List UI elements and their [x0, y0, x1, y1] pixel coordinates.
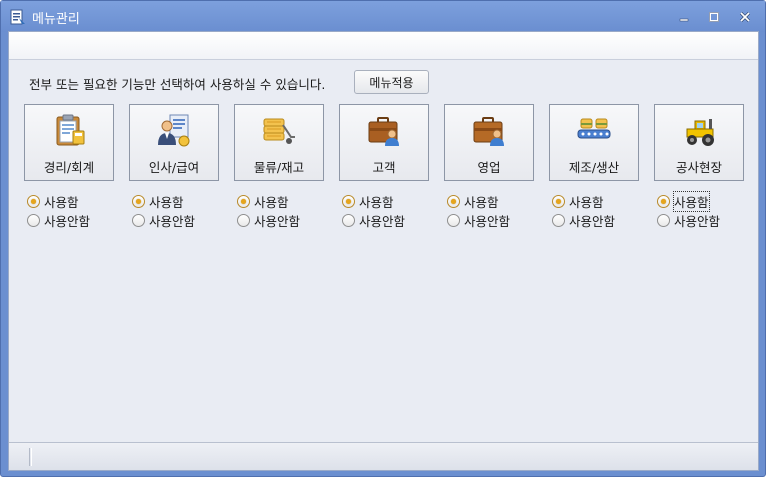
- app-icon: [10, 9, 25, 25]
- module-label: 제조/생산: [568, 160, 620, 175]
- radio-use-accounting[interactable]: 사용함: [27, 192, 79, 210]
- construction-tractor-icon: [686, 119, 714, 146]
- radio-checked-icon: [447, 194, 460, 208]
- radio-use-construction[interactable]: 사용함: [657, 190, 710, 212]
- window-title: 메뉴관리: [32, 12, 80, 27]
- radio-label: 사용안함: [674, 213, 721, 229]
- sales-briefcase-icon: [473, 117, 504, 146]
- module-label: 물류/재고: [253, 160, 305, 175]
- module-label: 경리/회계: [43, 160, 95, 175]
- radio-use-customer[interactable]: 사용함: [342, 192, 394, 210]
- status-grip: [29, 448, 32, 466]
- radio-label: 사용안함: [149, 213, 196, 229]
- module-label: 공사현장: [675, 160, 722, 175]
- radio-label: 사용함: [149, 194, 184, 210]
- radio-label: 사용함: [359, 194, 394, 210]
- module-button-logistics[interactable]: 물류/재고: [234, 104, 324, 181]
- module-button-accounting[interactable]: 경리/회계: [24, 104, 114, 181]
- radio-checked-icon: [132, 194, 145, 208]
- radio-label: 사용안함: [254, 213, 301, 229]
- radio-use-sales[interactable]: 사용함: [447, 192, 499, 210]
- radio-not-use-customer[interactable]: 사용안함: [342, 211, 405, 229]
- radio-use-logistics[interactable]: 사용함: [237, 192, 289, 210]
- radio-not-use-logistics[interactable]: 사용안함: [237, 211, 300, 229]
- radio-unchecked-icon: [447, 213, 460, 227]
- radio-not-use-sales[interactable]: 사용안함: [447, 211, 510, 229]
- instruction-text: 전부 또는 필요한 기능만 선택하여 사용하실 수 있습니다.: [29, 77, 326, 92]
- radio-checked-icon: [27, 194, 40, 208]
- minimize-button[interactable]: [673, 7, 695, 27]
- manufacturing-conveyor-icon: [577, 118, 611, 139]
- radio-checked-icon: [342, 194, 355, 208]
- radio-label: 사용안함: [359, 213, 406, 229]
- radio-unchecked-icon: [132, 213, 145, 227]
- radio-not-use-construction[interactable]: 사용안함: [657, 211, 720, 229]
- radio-not-use-manufacturing[interactable]: 사용안함: [552, 211, 615, 229]
- module-label: 인사/급여: [148, 160, 200, 175]
- menu-management-window: 메뉴관리 전부 또는 필요한 기능만 선택하여 사용하실 수 있습니다. 메뉴적…: [0, 0, 766, 477]
- accounting-clipboard-icon: [56, 114, 85, 146]
- radio-label: 사용함: [254, 194, 289, 210]
- radio-unchecked-icon: [27, 213, 40, 227]
- radio-label: 사용안함: [464, 213, 511, 229]
- close-button[interactable]: [734, 7, 756, 27]
- module-button-construction[interactable]: 공사현장: [654, 104, 744, 181]
- customer-briefcase-icon: [368, 117, 399, 146]
- toolbar-strip: [9, 32, 758, 60]
- radio-checked-icon: [237, 194, 250, 208]
- radio-checked-icon: [657, 194, 670, 208]
- logistics-inventory-icon: [263, 118, 295, 144]
- maximize-icon: [709, 12, 719, 22]
- radio-unchecked-icon: [552, 213, 565, 227]
- close-icon: [740, 12, 750, 22]
- apply-menu-button[interactable]: 메뉴적용: [354, 70, 429, 94]
- radio-label: 사용함: [44, 194, 79, 210]
- client-area: 전부 또는 필요한 기능만 선택하여 사용하실 수 있습니다. 메뉴적용 경리/…: [8, 31, 759, 471]
- radio-label: 사용함: [464, 194, 499, 210]
- radio-not-use-hr[interactable]: 사용안함: [132, 211, 195, 229]
- radio-label: 사용안함: [44, 213, 91, 229]
- radio-use-manufacturing[interactable]: 사용함: [552, 192, 604, 210]
- module-button-customer[interactable]: 고객: [339, 104, 429, 181]
- module-label: 고객: [372, 160, 396, 175]
- radio-unchecked-icon: [657, 213, 670, 227]
- radio-unchecked-icon: [237, 213, 250, 227]
- radio-use-hr[interactable]: 사용함: [132, 192, 184, 210]
- radio-label: 사용함: [673, 190, 710, 212]
- hr-payroll-icon: [158, 114, 190, 147]
- radio-unchecked-icon: [342, 213, 355, 227]
- minimize-icon: [679, 18, 689, 22]
- module-button-hr[interactable]: 인사/급여: [129, 104, 219, 181]
- radio-label: 사용안함: [569, 213, 616, 229]
- title-bar[interactable]: 메뉴관리: [1, 1, 765, 32]
- radio-not-use-accounting[interactable]: 사용안함: [27, 211, 90, 229]
- radio-label: 사용함: [569, 194, 604, 210]
- radio-checked-icon: [552, 194, 565, 208]
- module-button-sales[interactable]: 영업: [444, 104, 534, 181]
- maximize-button[interactable]: [703, 7, 725, 27]
- status-bar: [9, 442, 758, 470]
- module-label: 영업: [477, 160, 501, 175]
- module-button-manufacturing[interactable]: 제조/생산: [549, 104, 639, 181]
